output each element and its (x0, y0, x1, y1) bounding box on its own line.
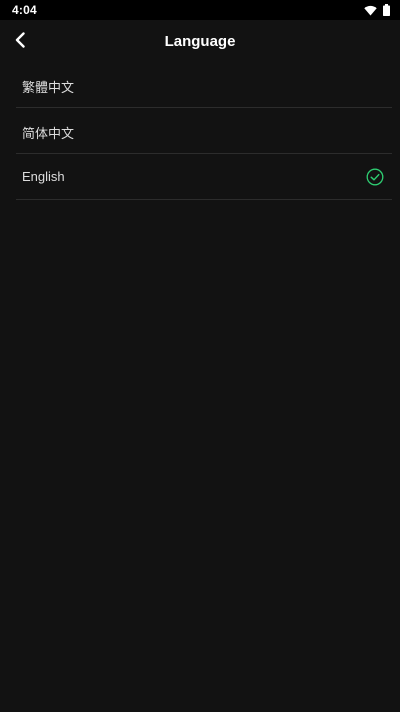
language-item-english[interactable]: English (16, 154, 392, 200)
page-title: Language (164, 33, 236, 50)
header: Language (0, 20, 400, 62)
language-label: 简体中文 (22, 126, 75, 141)
language-label: 繁體中文 (22, 80, 75, 95)
check-circle-icon (366, 168, 384, 186)
language-label: English (22, 169, 65, 184)
battery-icon (383, 4, 390, 16)
status-icons (364, 4, 390, 16)
status-time: 4:04 (12, 3, 37, 17)
status-bar: 4:04 (0, 0, 400, 20)
language-list: 繁體中文 简体中文 English (16, 62, 392, 200)
wifi-icon (364, 5, 377, 15)
language-item-simplified-chinese[interactable]: 简体中文 (16, 108, 392, 154)
language-item-traditional-chinese[interactable]: 繁體中文 (16, 62, 392, 108)
